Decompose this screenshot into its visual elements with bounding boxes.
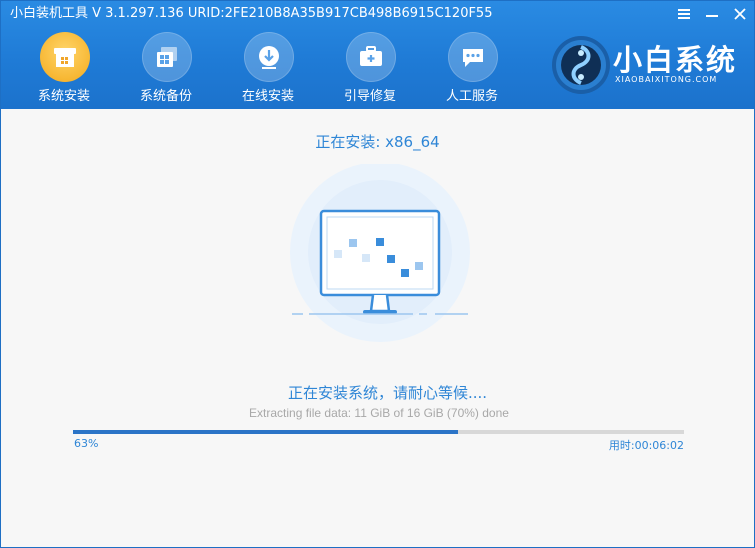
install-panel: 正在安装: x86_64 正在安装系统，请耐心等候.... Extracting… [1,109,754,547]
nav-label: 在线安装 [241,89,294,104]
nav-item-boot-repair[interactable]: 引导修复 [322,25,418,107]
nav-label: 系统备份 [139,89,192,104]
nav-item-support[interactable]: 人工服务 [424,25,520,107]
nav-item-system-backup[interactable]: 系统备份 [118,25,214,107]
header-bar: 小白装机工具 V 3.1.297.136 URID:2FE210B8A35B91… [1,1,754,109]
brand-logo-icon [552,36,610,94]
install-box-icon [40,32,90,82]
close-icon [734,8,746,20]
progress-percent: 63% [74,437,99,450]
installer-window: 小白装机工具 V 3.1.297.136 URID:2FE210B8A35B91… [0,0,755,548]
minimize-button[interactable] [700,3,724,25]
install-title: 正在安装: x86_64 [315,133,440,151]
install-progress-bar [73,430,684,434]
brand-name: 小白系统 [613,43,738,77]
nav-label: 引导修复 [343,89,396,104]
backup-windows-icon [142,32,192,82]
elapsed-time: 用时:00:06:02 [608,439,684,452]
download-icon [244,32,294,82]
nav-label: 系统安装 [37,89,90,104]
computer-installing-icon [290,164,470,342]
install-status-text: 正在安装系统，请耐心等候.... [287,384,488,402]
minimize-icon [706,15,718,17]
toolbox-icon [346,32,396,82]
window-title: 小白装机工具 V 3.1.297.136 URID:2FE210B8A35B91… [10,6,493,21]
extract-detail-text: Extracting file data: 11 GiB of 16 GiB (… [249,406,509,420]
install-progress-fill [73,430,458,434]
chat-icon [448,32,498,82]
close-button[interactable] [728,3,752,25]
brand-url: XIAOBAIXITONG.COM [615,75,718,84]
nav-item-system-install[interactable]: 系统安装 [16,25,112,107]
nav-label: 人工服务 [445,89,498,104]
menu-icon [678,9,690,19]
nav-item-online-install[interactable]: 在线安装 [220,25,316,107]
menu-button[interactable] [672,3,696,25]
